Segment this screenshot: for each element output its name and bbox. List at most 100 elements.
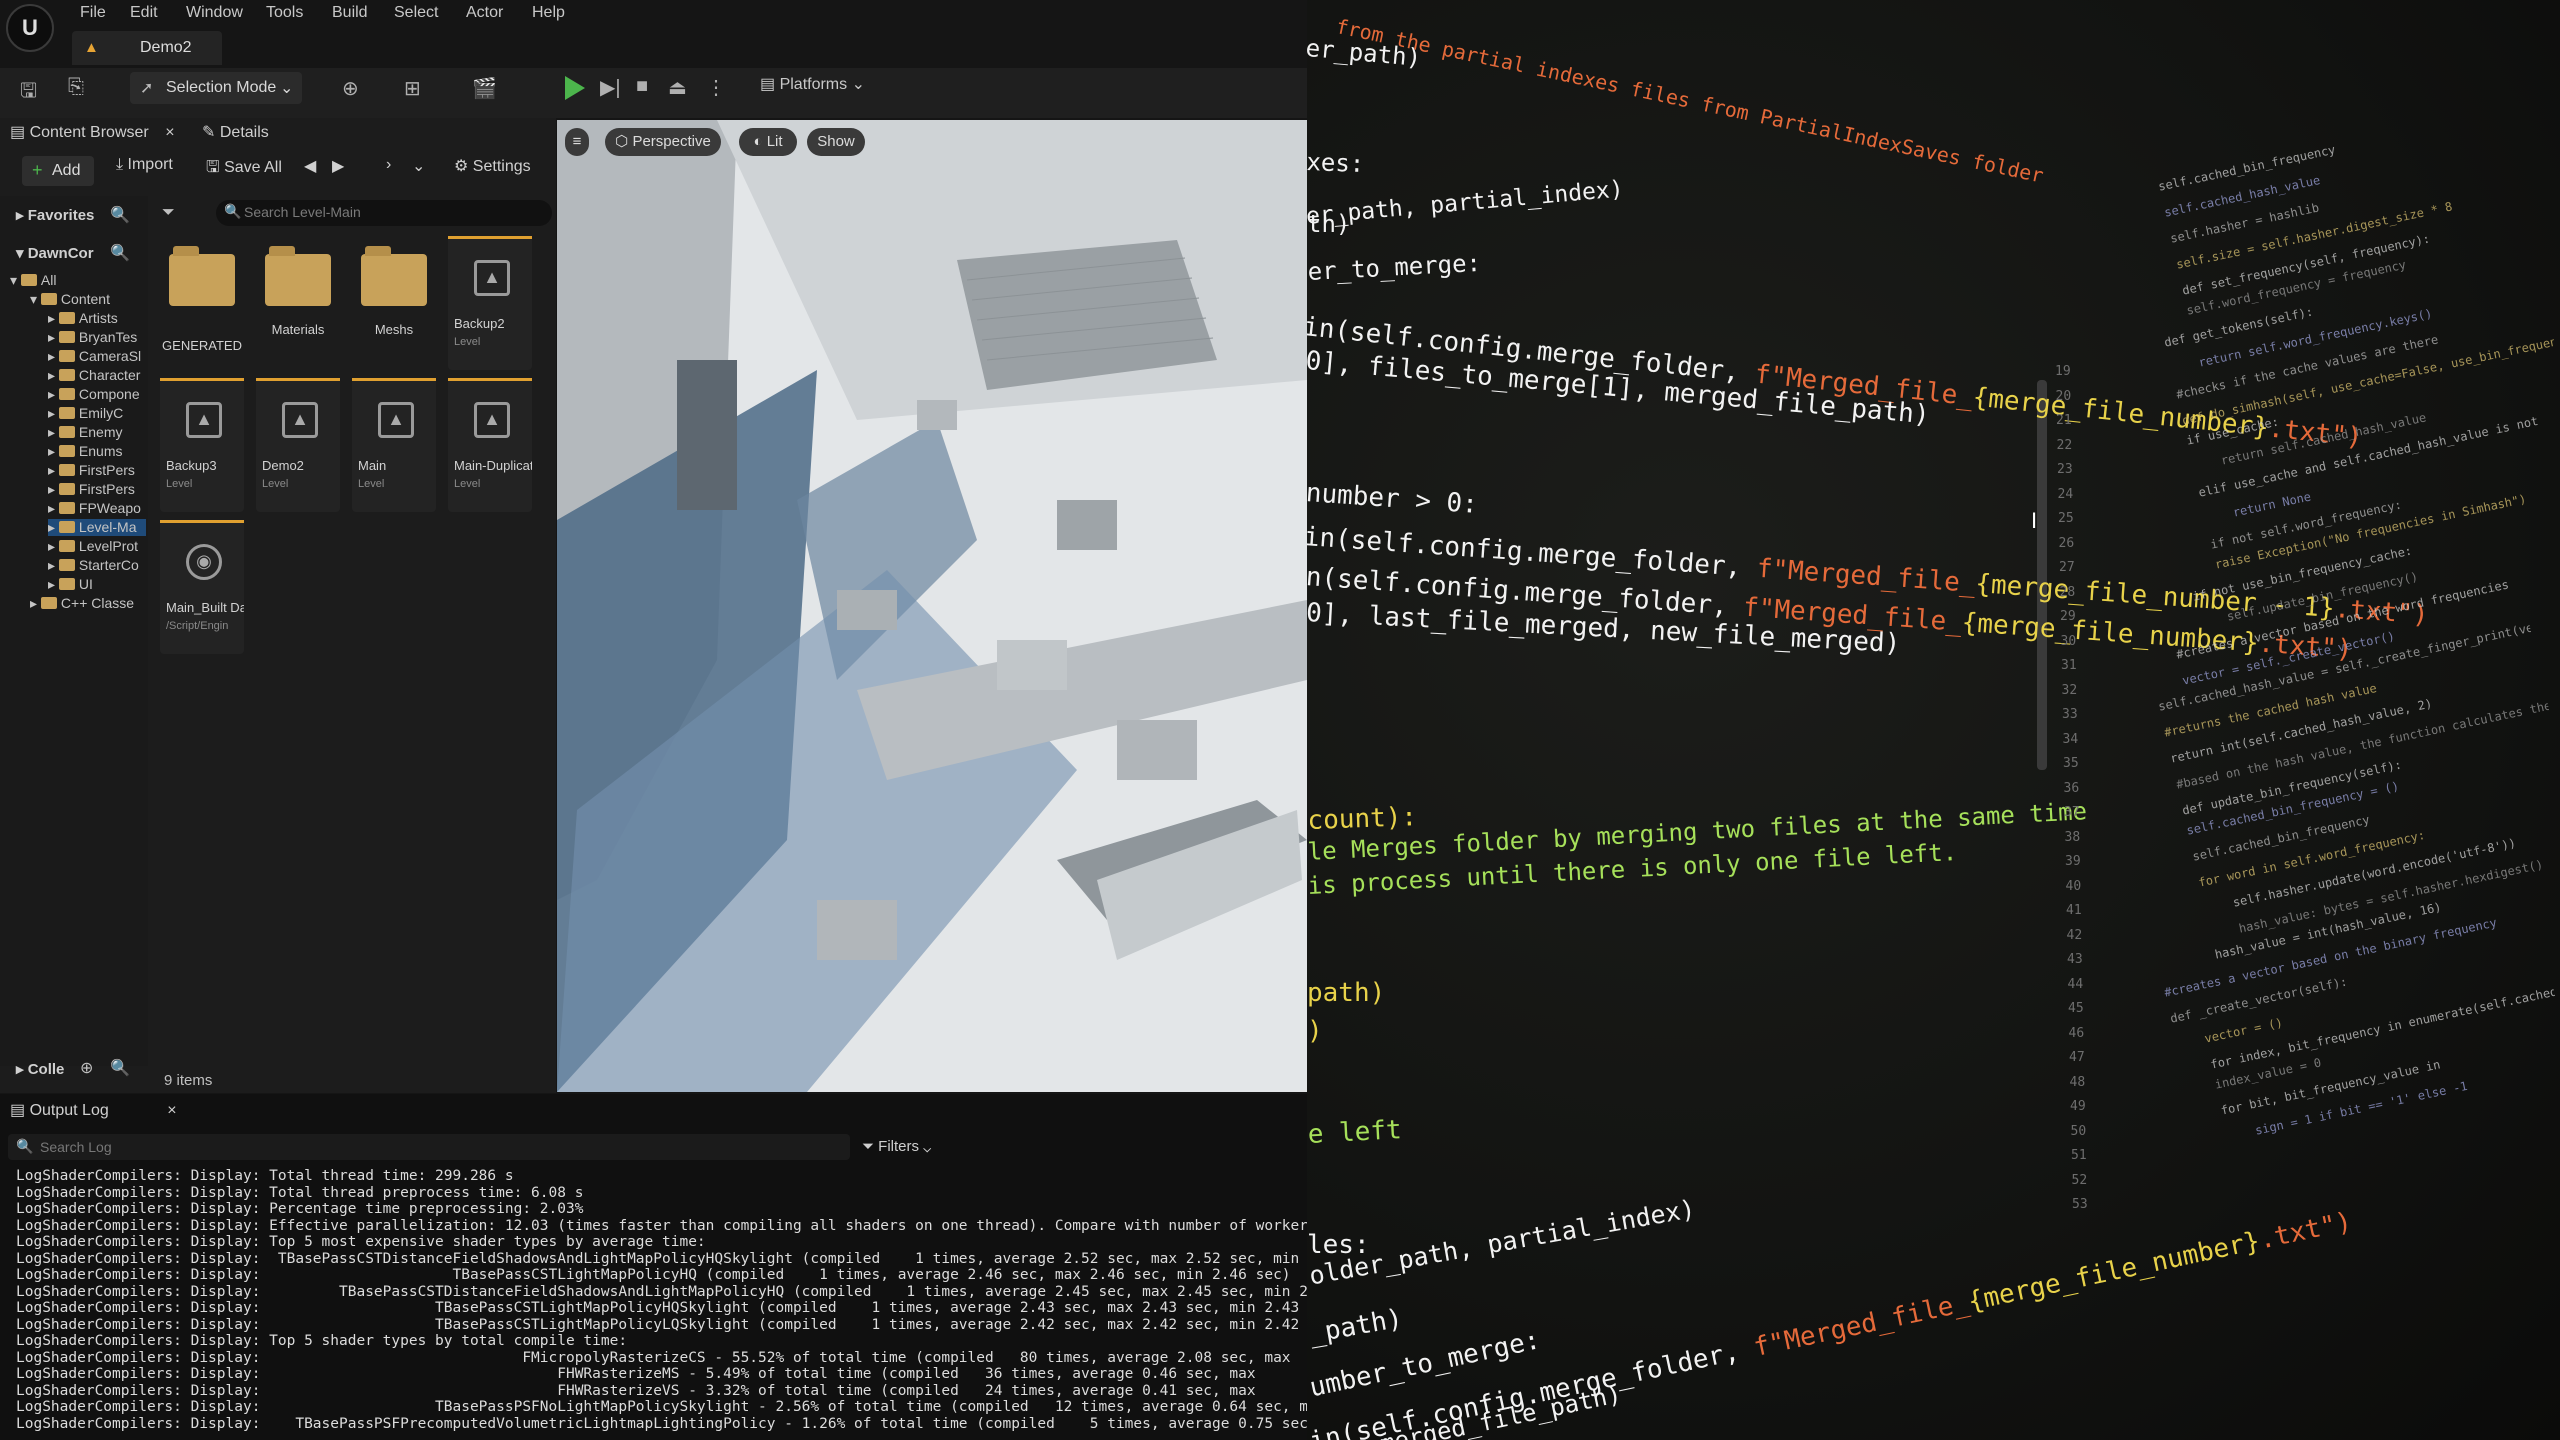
favorites-header[interactable]: ▸ Favorites: [16, 206, 94, 224]
stop-icon[interactable]: ■: [636, 75, 648, 98]
tree-item[interactable]: ▸ Level-Ma: [48, 519, 146, 536]
menu-item-help[interactable]: Help: [532, 4, 565, 22]
line-number: 51: [2071, 1148, 2087, 1163]
log-line: LogShaderCompilers: Display: FMicropolyR…: [16, 1349, 1291, 1366]
perspective-button[interactable]: ⬡ Perspective: [605, 128, 721, 156]
sequence-icon[interactable]: 🎬: [472, 76, 497, 101]
tree-item[interactable]: ▸ UI: [48, 576, 146, 593]
menu-item-select[interactable]: Select: [394, 4, 438, 22]
asset-name: GENERATED: [162, 338, 242, 353]
filter-icon[interactable]: ⏷: [162, 204, 175, 222]
collections-header[interactable]: ▸ Colle: [16, 1060, 64, 1078]
chevron-right-icon: ▸: [48, 576, 59, 592]
settings-button[interactable]: ⚙ Settings: [454, 156, 531, 186]
tree-item[interactable]: ▾ All: [10, 272, 146, 289]
project-header[interactable]: ▾ DawnCor: [16, 244, 94, 262]
asset-tile[interactable]: GENERATED: [160, 236, 244, 370]
tree-item[interactable]: ▾ Content: [30, 291, 146, 308]
tree-item-label: C++ Classe: [60, 595, 135, 611]
tree-item[interactable]: ▸ LevelProt: [48, 538, 146, 555]
platforms-dropdown[interactable]: ▤ Platforms ⌄: [760, 74, 865, 104]
more-options-icon[interactable]: ⋮: [706, 75, 726, 100]
tree-item[interactable]: ▸ Character: [48, 367, 146, 384]
tree-item[interactable]: ▸ Compone: [48, 386, 146, 403]
folder-icon: [20, 274, 37, 286]
browse-icon[interactable]: ⎘: [68, 76, 84, 99]
code-token: f"Merged_file_: [1755, 553, 1977, 599]
filters-button[interactable]: ⏷ Filters ⌄: [862, 1138, 931, 1155]
step-icon[interactable]: ▶|: [600, 75, 621, 100]
eject-icon[interactable]: ⏏: [668, 75, 687, 100]
level-thumbnail: ▲: [474, 402, 510, 438]
tree-item[interactable]: ▸ StarterCo: [48, 557, 146, 574]
asset-name: Demo2: [262, 458, 304, 473]
tab-demo2[interactable]: ▲ Demo2: [72, 31, 222, 65]
menu-item-window[interactable]: Window: [186, 4, 243, 22]
menu-item-actor[interactable]: Actor: [466, 4, 503, 22]
add-actor-icon[interactable]: ⊕: [342, 76, 359, 101]
tab-content-browser[interactable]: ▤ Content Browser ×: [10, 122, 190, 150]
code-token: ): [1307, 1016, 1323, 1046]
close-icon[interactable]: ×: [165, 124, 174, 141]
tab-content-browser-label: Content Browser: [29, 124, 149, 141]
folder-icon: [58, 521, 75, 533]
line-number: 29: [2060, 609, 2076, 624]
chevron-right-icon: ▸: [48, 443, 59, 459]
level-viewport[interactable]: ≡ ⬡ Perspective ◐ Lit Show: [557, 120, 1307, 1092]
show-button[interactable]: Show: [807, 128, 865, 156]
tree-item[interactable]: ▸ Enemy: [48, 424, 146, 441]
tab-details[interactable]: ✎ Details: [202, 122, 322, 150]
asset-tile[interactable]: Meshs: [352, 236, 436, 370]
asset-tile[interactable]: ▲ Demo2 Level: [256, 378, 340, 512]
menu-item-edit[interactable]: Edit: [130, 4, 158, 22]
search-icon[interactable]: 🔍: [110, 205, 130, 225]
asset-type: Level: [166, 478, 193, 490]
viewport-menu-icon[interactable]: ≡: [565, 128, 589, 156]
tree-item[interactable]: ▸ FirstPers: [48, 481, 146, 498]
path-forward-icon[interactable]: ›: [386, 156, 391, 186]
asset-tile[interactable]: ▲ Backup2 Level: [448, 236, 532, 370]
history-forward-icon[interactable]: ▶: [332, 156, 344, 186]
tree-item[interactable]: ▸ CameraSl: [48, 348, 146, 365]
search-icon[interactable]: 🔍: [110, 243, 130, 263]
close-icon[interactable]: ×: [167, 1102, 176, 1119]
save-icon[interactable]: 🖫: [20, 76, 37, 110]
content-browser-icon: ▤: [10, 124, 30, 141]
tree-item[interactable]: ▸ Enums: [48, 443, 146, 460]
blueprint-icon[interactable]: ⊞: [404, 76, 421, 101]
output-log-label: Output Log: [29, 1102, 109, 1119]
play-button[interactable]: [565, 76, 585, 100]
tree-item[interactable]: ▸ C++ Classe: [30, 595, 146, 612]
level-icon: ▲: [84, 39, 99, 56]
add-collection-icon[interactable]: ⊕: [80, 1058, 93, 1078]
menu-item-tools[interactable]: Tools: [266, 4, 303, 22]
code-token: from the partial indexes files from Part…: [1334, 14, 2046, 188]
tab-output-log[interactable]: ▤ Output Log ×: [10, 1100, 177, 1120]
search-icon[interactable]: 🔍: [110, 1058, 130, 1078]
unreal-logo-icon[interactable]: U: [6, 4, 54, 52]
asset-tile[interactable]: ◉ Main_Built Data/Script/Engin: [160, 520, 244, 654]
add-button[interactable]: + Add: [22, 156, 94, 186]
history-back-icon[interactable]: ◀: [304, 156, 316, 186]
tree-item[interactable]: ▸ Artists: [48, 310, 146, 327]
tree-item[interactable]: ▸ FPWeapo: [48, 500, 146, 517]
line-number: 50: [2070, 1123, 2087, 1139]
tree-item[interactable]: ▸ BryanTes: [48, 329, 146, 346]
tree-item[interactable]: ▸ FirstPers: [48, 462, 146, 479]
import-button[interactable]: ⤓ Import: [116, 156, 173, 186]
asset-tile[interactable]: ▲ Backup3 Level: [160, 378, 244, 512]
selection-mode-dropdown[interactable]: ➚ Selection Mode ⌄: [130, 72, 302, 104]
save-all-button[interactable]: 🖫 Save All: [206, 156, 282, 186]
asset-tile[interactable]: Materials: [256, 236, 340, 370]
menu-item-file[interactable]: File: [80, 4, 106, 22]
asset-search-input[interactable]: 🔍 Search Level-Main: [216, 200, 552, 226]
menu-item-build[interactable]: Build: [332, 4, 368, 22]
line-number: 32: [2061, 682, 2078, 698]
log-search-input[interactable]: 🔍 Search Log: [8, 1134, 850, 1160]
asset-tile[interactable]: ▲ Main-Duplicate Level: [448, 378, 532, 512]
lit-button[interactable]: ◐ Lit: [739, 128, 797, 156]
asset-tile[interactable]: ▲ Main Level: [352, 378, 436, 512]
chevron-down-icon[interactable]: ⌄: [412, 156, 425, 186]
level-icon: ▲: [364, 392, 424, 444]
tree-item[interactable]: ▸ EmilyC: [48, 405, 146, 422]
